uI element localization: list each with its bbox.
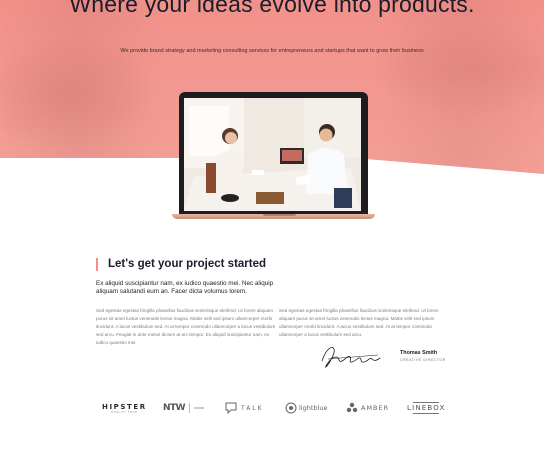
- signature-image: [321, 347, 381, 368]
- body-text-left: Sed egestas egestas fringilla phasellus …: [96, 308, 276, 345]
- logo-linebox: LINEBOX: [407, 402, 446, 414]
- lightblue-circle-icon: [285, 402, 297, 414]
- hero-section: Where your ideas evolve into products. W…: [0, 0, 544, 226]
- signer-name: Thomas Smith: [400, 350, 438, 356]
- linebox-top-line: [413, 402, 440, 403]
- laptop-mockup: [172, 92, 375, 222]
- logo-tagline-bar: [194, 407, 205, 409]
- signer-block: Thomas Smith CREATIVE DIRECTOR: [400, 350, 446, 363]
- logo-lightblue: lightblue: [285, 396, 327, 420]
- section-lead: Ex aliquid suscipiantur nam, ex iudico q…: [96, 280, 274, 296]
- body-text-right: Sed egestas egestas fringilla phasellus …: [279, 308, 439, 337]
- linebox-bottom-line: [413, 413, 440, 414]
- section-title: Let's get your project started: [96, 258, 266, 271]
- logo-hipster: HIPSTER QUALITY FOOD: [102, 402, 147, 414]
- logo-amber: AMBER: [346, 396, 389, 420]
- logo-talk: TALK: [224, 396, 264, 420]
- logo-divider: [189, 403, 191, 413]
- signer-role: CREATIVE DIRECTOR: [400, 358, 446, 362]
- speech-bubble-icon: [225, 402, 237, 415]
- amber-dots-icon: [346, 402, 358, 413]
- laptop-screen-photo: [184, 98, 361, 211]
- laptop-notch: [263, 214, 296, 216]
- hero-subtitle: We provide brand strategy and marketing …: [120, 48, 424, 54]
- hero-title: Where your ideas evolve into products.: [69, 0, 475, 17]
- logo-ntw: NTW: [163, 396, 205, 420]
- meeting-photo: [184, 98, 361, 211]
- client-logos: HIPSTER QUALITY FOOD NTW TALK lightblue …: [96, 396, 456, 420]
